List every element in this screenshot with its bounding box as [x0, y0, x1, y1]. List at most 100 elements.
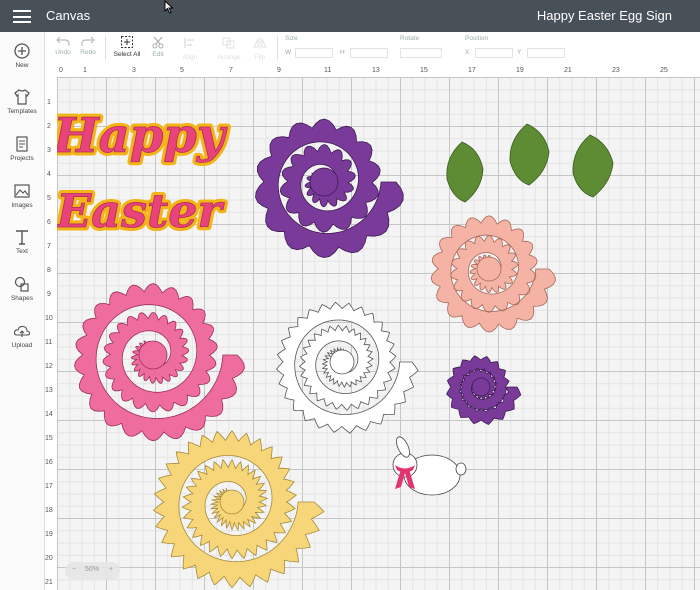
top-ruler: 0 1 3 5 7 9 11 13 15 17 19 21 23 25 — [45, 65, 700, 77]
bunny-object[interactable] — [392, 435, 467, 496]
ruler-tick: 23 — [612, 67, 620, 74]
undo-label: Undo — [55, 49, 71, 56]
ruler-tick: 10 — [45, 315, 53, 322]
undo-icon — [56, 36, 70, 46]
ruler-tick: 1 — [83, 67, 87, 74]
height-input[interactable] — [350, 48, 388, 58]
ruler-tick: 5 — [47, 195, 51, 202]
size-label: Size — [285, 35, 298, 42]
mouse-cursor-icon — [164, 0, 174, 14]
ruler-tick: 11 — [45, 339, 53, 346]
align-button[interactable]: Align — [176, 54, 204, 61]
arrange-button[interactable]: Arrange — [213, 54, 245, 61]
scissors-icon — [152, 36, 164, 49]
purple-flower-small-center — [471, 377, 491, 397]
width-input[interactable] — [295, 48, 333, 58]
y-input[interactable] — [527, 48, 565, 58]
ruler-tick: 11 — [324, 67, 332, 74]
ruler-tick: 18 — [45, 507, 53, 514]
happy-easter-text-object[interactable]: Happy Happy Easter Easter — [57, 105, 231, 242]
easter-text: Easter — [57, 184, 226, 238]
toolbar-divider — [277, 36, 278, 60]
ruler-tick: 25 — [660, 67, 668, 74]
ruler-tick: 21 — [564, 67, 572, 74]
rotate-label: Rotate — [400, 35, 420, 42]
sidebar-item-projects[interactable]: Projects — [0, 135, 44, 162]
ruler-tick: 0 — [59, 67, 63, 74]
sidebar-item-shapes[interactable]: Shapes — [0, 275, 44, 302]
ruler-tick: 9 — [47, 291, 51, 298]
ruler-tick: 1 — [47, 99, 51, 106]
happy-text: Happy — [57, 108, 228, 164]
sidebar-item-text[interactable]: Text — [0, 228, 44, 255]
plus-circle-icon — [14, 43, 30, 59]
ruler-tick: 17 — [468, 67, 476, 74]
ruler-tick: 7 — [229, 67, 233, 74]
ruler-tick: 13 — [45, 387, 53, 394]
redo-button[interactable]: Redo — [78, 35, 98, 56]
sidebar-item-templates[interactable]: Templates — [0, 88, 44, 115]
image-icon — [14, 184, 30, 198]
hamburger-menu-icon[interactable] — [13, 10, 31, 23]
ruler-tick: 12 — [45, 363, 53, 370]
undo-button[interactable]: Undo — [53, 35, 73, 56]
sidebar-item-label: Shapes — [10, 295, 34, 302]
left-ruler: 1 2 3 4 5 6 7 8 9 10 11 12 13 14 15 16 1… — [45, 77, 57, 590]
height-label: H — [340, 49, 345, 56]
ruler-tick: 17 — [45, 483, 53, 490]
sidebar-item-label: Projects — [10, 155, 34, 162]
select-all-icon — [121, 36, 133, 48]
flip-icon — [253, 37, 267, 49]
upload-cloud-icon — [13, 325, 31, 337]
redo-icon — [81, 36, 95, 46]
flip-button[interactable]: Flip — [250, 54, 270, 61]
app-title: Canvas — [46, 8, 91, 23]
ruler-tick: 14 — [45, 411, 53, 418]
tshirt-icon — [14, 89, 30, 105]
rotate-input[interactable] — [400, 48, 442, 58]
sidebar-item-upload[interactable]: Upload — [0, 322, 44, 349]
zoom-control: − 50% + — [65, 562, 120, 580]
edit-button[interactable]: Edit — [147, 35, 169, 58]
projects-icon — [16, 136, 28, 152]
sidebar-item-label: Upload — [11, 342, 33, 349]
redo-label: Redo — [80, 49, 96, 56]
ruler-tick: 19 — [45, 531, 53, 538]
ruler-tick: 3 — [47, 147, 51, 154]
leaf-shapes-object[interactable] — [446, 123, 614, 203]
ruler-tick: 6 — [47, 219, 51, 226]
sidebar-item-label: Text — [16, 248, 28, 255]
y-label: Y — [517, 49, 522, 56]
edit-toolbar: Undo Redo Select All Edit Align Arrange … — [45, 32, 700, 66]
purple-flower-large-center — [309, 167, 339, 197]
ruler-tick: 20 — [45, 555, 53, 562]
align-icon — [184, 38, 194, 48]
select-all-button[interactable]: Select All — [111, 35, 143, 58]
ruler-tick: 4 — [47, 171, 51, 178]
x-label: X — [465, 49, 470, 56]
edit-label: Edit — [152, 51, 164, 58]
left-sidebar: New Templates Projects Images Text Shape… — [0, 32, 45, 590]
sidebar-item-label: Images — [11, 202, 33, 209]
ruler-tick: 16 — [45, 459, 53, 466]
sidebar-item-new[interactable]: New — [0, 42, 44, 69]
x-input[interactable] — [475, 48, 513, 58]
canvas-artwork: Happy Happy Easter Easter — [57, 105, 614, 589]
design-canvas[interactable]: Happy Happy Easter Easter — [57, 77, 700, 590]
zoom-out-button[interactable]: − — [72, 566, 76, 573]
text-t-icon — [16, 230, 28, 245]
top-bar: Canvas Happy Easter Egg Sign — [0, 0, 700, 32]
ruler-tick: 21 — [45, 579, 53, 586]
ruler-tick: 15 — [420, 67, 428, 74]
ruler-tick: 7 — [47, 243, 51, 250]
zoom-in-button[interactable]: + — [109, 566, 113, 573]
shapes-icon — [14, 276, 29, 292]
ruler-tick: 13 — [372, 67, 380, 74]
width-label: W — [285, 49, 292, 56]
arrange-icon — [222, 37, 235, 49]
project-title[interactable]: Happy Easter Egg Sign — [537, 8, 672, 23]
sidebar-item-images[interactable]: Images — [0, 182, 44, 209]
select-all-label: Select All — [113, 51, 141, 58]
sidebar-item-label: New — [15, 62, 29, 69]
ruler-tick: 15 — [45, 435, 53, 442]
